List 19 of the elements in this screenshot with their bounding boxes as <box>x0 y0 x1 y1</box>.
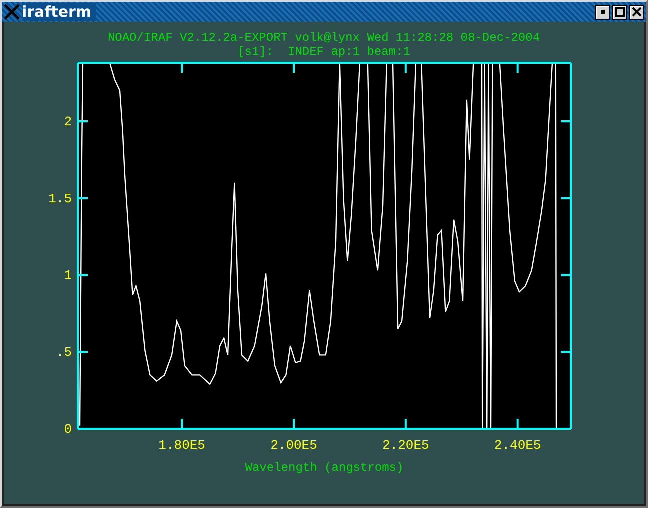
tick-label: .5 <box>56 345 72 360</box>
axis-label: Wavelength (angstroms) <box>245 461 404 475</box>
maximize-button[interactable] <box>612 4 627 20</box>
tick-label: 2.20E5 <box>382 438 430 453</box>
x-logo-icon <box>4 4 20 20</box>
tick-label: 1.5 <box>48 191 72 206</box>
close-button[interactable] <box>629 4 644 20</box>
tick-label: 2.00E5 <box>270 438 318 453</box>
minimize-button[interactable] <box>595 4 610 20</box>
tick-label: 0 <box>64 422 72 437</box>
tick-label: 1 <box>64 268 72 284</box>
tick-label: 1.80E5 <box>158 438 206 453</box>
plot-header: [s1]: INDEF ap:1 beam:1 <box>238 45 410 59</box>
tick-label: 2 <box>64 114 72 130</box>
maximize-icon <box>614 7 624 17</box>
window-title: irafterm <box>22 3 96 21</box>
tick-label: 2.40E5 <box>494 438 542 453</box>
plot-header: NOAO/IRAF V2.12.2a-EXPORT volk@lynx Wed 11:28:28 08-Dec-2004 <box>108 31 540 45</box>
close-icon <box>632 7 642 17</box>
